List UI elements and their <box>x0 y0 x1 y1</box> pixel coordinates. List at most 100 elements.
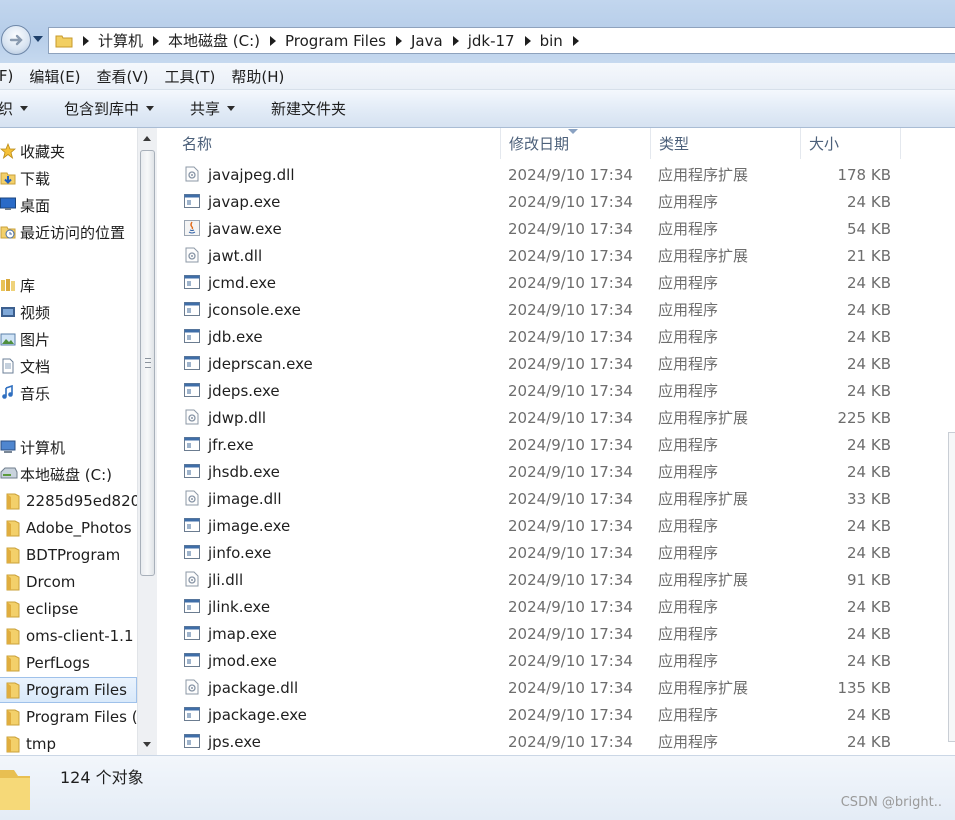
file-row[interactable]: jimage.exe 2024/9/10 17:34 应用程序 24 KB <box>159 512 901 539</box>
menu-item[interactable]: 查看(V) <box>97 66 149 87</box>
breadcrumb-arrow-icon[interactable] <box>153 35 160 46</box>
file-row[interactable]: jli.dll 2024/9/10 17:34 应用程序扩展 91 KB <box>159 566 901 593</box>
nav-computer[interactable]: 计算机 <box>0 434 65 460</box>
breadcrumb-arrow-icon[interactable] <box>452 35 459 46</box>
breadcrumb-arrow-icon[interactable] <box>396 35 402 46</box>
nav-folder-item[interactable]: Program Files ( <box>0 704 137 730</box>
nav-favorites-item[interactable]: 桌面 <box>0 192 50 218</box>
breadcrumb-item[interactable]: jdk-17 <box>468 32 515 50</box>
file-row[interactable]: jdb.exe 2024/9/10 17:34 应用程序 24 KB <box>159 323 901 350</box>
file-row[interactable]: jfr.exe 2024/9/10 17:34 应用程序 24 KB <box>159 431 901 458</box>
new-folder-label: 新建文件夹 <box>271 100 347 118</box>
file-row[interactable]: jinfo.exe 2024/9/10 17:34 应用程序 24 KB <box>159 539 901 566</box>
file-row[interactable]: jmod.exe 2024/9/10 17:34 应用程序 24 KB <box>159 647 901 674</box>
nav-folder-item[interactable]: Drcom <box>0 569 75 595</box>
breadcrumb-item[interactable]: Java <box>411 32 443 50</box>
file-row[interactable]: jhsdb.exe 2024/9/10 17:34 应用程序 24 KB <box>159 458 901 485</box>
nav-folder-item[interactable]: Program Files <box>0 677 137 703</box>
nav-folder-item-label: Program Files <box>26 681 127 699</box>
file-name-text: jimage.dll <box>208 489 282 508</box>
address-bar[interactable]: 计算机 本地磁盘 (C:) Program Files Java jdk-17 bin <box>48 27 955 54</box>
menu-item[interactable]: 帮助(H) <box>231 66 284 87</box>
breadcrumb-item[interactable]: 计算机 <box>98 30 143 51</box>
nav-favorites-item[interactable]: 下载 <box>0 165 50 191</box>
share-button[interactable]: 共享 <box>190 98 236 119</box>
file-row[interactable]: javajpeg.dll 2024/9/10 17:34 应用程序扩展 178 KB <box>159 161 901 188</box>
back-arrow-icon <box>9 34 23 46</box>
file-type: 应用程序 <box>658 301 719 319</box>
navigation-pane: 收藏夹 下载 桌面 最近访问的位置库视频 图片 文档 音乐计算机 本地磁盘 (C:) 2285d… <box>0 128 137 755</box>
nav-favorites-item[interactable]: 最近访问的位置 <box>0 219 125 245</box>
back-button[interactable] <box>1 25 31 55</box>
file-row[interactable]: jdwp.dll 2024/9/10 17:34 应用程序扩展 225 KB <box>159 404 901 431</box>
file-date-modified: 2024/9/10 17:34 <box>508 489 633 508</box>
menu-item[interactable]: 工具(T) <box>165 66 216 87</box>
nav-folder-item[interactable]: eclipse <box>0 596 78 622</box>
scroll-down-icon[interactable] <box>143 742 151 747</box>
nav-folder-item[interactable]: oms-client-1.1 <box>0 623 133 649</box>
file-size: 24 KB <box>847 327 891 346</box>
nav-library-item[interactable]: 图片 <box>0 326 50 352</box>
folder-icon <box>6 493 22 510</box>
nav-drive-c[interactable]: 本地磁盘 (C:) <box>0 461 112 487</box>
breadcrumb-item[interactable]: 本地磁盘 (C:) <box>168 30 260 51</box>
nav-pane-scrollbar[interactable] <box>137 128 157 755</box>
file-row[interactable]: jdeprscan.exe 2024/9/10 17:34 应用程序 24 KB <box>159 350 901 377</box>
file-row[interactable]: jpackage.exe 2024/9/10 17:34 应用程序 24 KB <box>159 701 901 728</box>
breadcrumb-arrow-icon[interactable] <box>524 35 531 46</box>
breadcrumb-item[interactable]: bin <box>540 32 563 50</box>
file-type: 应用程序扩展 <box>658 166 749 184</box>
recent-pages-dropdown[interactable] <box>33 36 43 42</box>
file-row[interactable]: jps.exe 2024/9/10 17:34 应用程序 24 KB <box>159 728 901 755</box>
file-date-modified: 2024/9/10 17:34 <box>508 354 633 373</box>
file-row[interactable]: javaw.exe 2024/9/10 17:34 应用程序 54 KB <box>159 215 901 242</box>
file-date-modified: 2024/9/10 17:34 <box>508 705 633 724</box>
breadcrumb-arrow-icon[interactable] <box>83 35 89 46</box>
menu-item[interactable]: (F) <box>0 67 13 85</box>
file-row[interactable]: jdeps.exe 2024/9/10 17:34 应用程序 24 KB <box>159 377 901 404</box>
file-row[interactable]: jconsole.exe 2024/9/10 17:34 应用程序 24 KB <box>159 296 901 323</box>
folder-large-icon <box>0 764 30 812</box>
file-row[interactable]: jimage.dll 2024/9/10 17:34 应用程序扩展 33 KB <box>159 485 901 512</box>
file-size: 24 KB <box>847 381 891 400</box>
file-name: jlink.exe <box>182 593 270 620</box>
nav-folder-item[interactable]: BDTProgram <box>0 542 120 568</box>
file-row[interactable]: jcmd.exe 2024/9/10 17:34 应用程序 24 KB <box>159 269 901 296</box>
file-row[interactable]: javap.exe 2024/9/10 17:34 应用程序 24 KB <box>159 188 901 215</box>
file-row[interactable]: jpackage.dll 2024/9/10 17:34 应用程序扩展 135 KB <box>159 674 901 701</box>
nav-folder-item[interactable]: 2285d95ed820 <box>0 488 137 514</box>
chevron-down-icon <box>20 106 29 111</box>
scroll-up-icon[interactable] <box>143 136 151 141</box>
file-size: 24 KB <box>847 462 891 481</box>
file-name-text: javajpeg.dll <box>208 165 295 184</box>
organize-button[interactable]: 织 <box>0 98 29 119</box>
file-row[interactable]: jawt.dll 2024/9/10 17:34 应用程序扩展 21 KB <box>159 242 901 269</box>
nav-libraries[interactable]: 库 <box>0 272 35 298</box>
breadcrumb-arrow-icon[interactable] <box>270 35 277 46</box>
menu-item[interactable]: 编辑(E) <box>29 66 80 87</box>
column-name[interactable]: 名称 <box>174 128 501 159</box>
file-date-modified: 2024/9/10 17:34 <box>508 462 633 481</box>
scrollbar-thumb[interactable] <box>140 150 155 576</box>
nav-favorites[interactable]: 收藏夹 <box>0 138 65 164</box>
column-size[interactable]: 大小 <box>801 128 901 159</box>
file-type: 应用程序 <box>658 436 719 454</box>
column-type[interactable]: 类型 <box>651 128 801 159</box>
nav-library-item[interactable]: 视频 <box>0 299 50 325</box>
breadcrumb-item[interactable]: Program Files <box>285 32 386 50</box>
file-name: jdeps.exe <box>182 377 280 404</box>
desktop-icon <box>0 197 16 213</box>
nav-folder-item[interactable]: tmp <box>0 731 56 755</box>
nav-folder-item[interactable]: PerfLogs <box>0 650 90 676</box>
file-name: jmod.exe <box>182 647 277 674</box>
new-folder-button[interactable]: 新建文件夹 <box>271 98 346 119</box>
include-in-library-button[interactable]: 包含到库中 <box>64 98 155 119</box>
nav-folder-item[interactable]: Adobe_Photos <box>0 515 132 541</box>
nav-library-item[interactable]: 文档 <box>0 353 50 379</box>
breadcrumb-arrow-icon[interactable] <box>572 35 579 46</box>
file-row[interactable]: jmap.exe 2024/9/10 17:34 应用程序 24 KB <box>159 620 901 647</box>
file-type: 应用程序 <box>658 328 719 346</box>
file-row[interactable]: jlink.exe 2024/9/10 17:34 应用程序 24 KB <box>159 593 901 620</box>
chevron-down-icon <box>227 106 236 111</box>
nav-library-item[interactable]: 音乐 <box>0 380 50 406</box>
